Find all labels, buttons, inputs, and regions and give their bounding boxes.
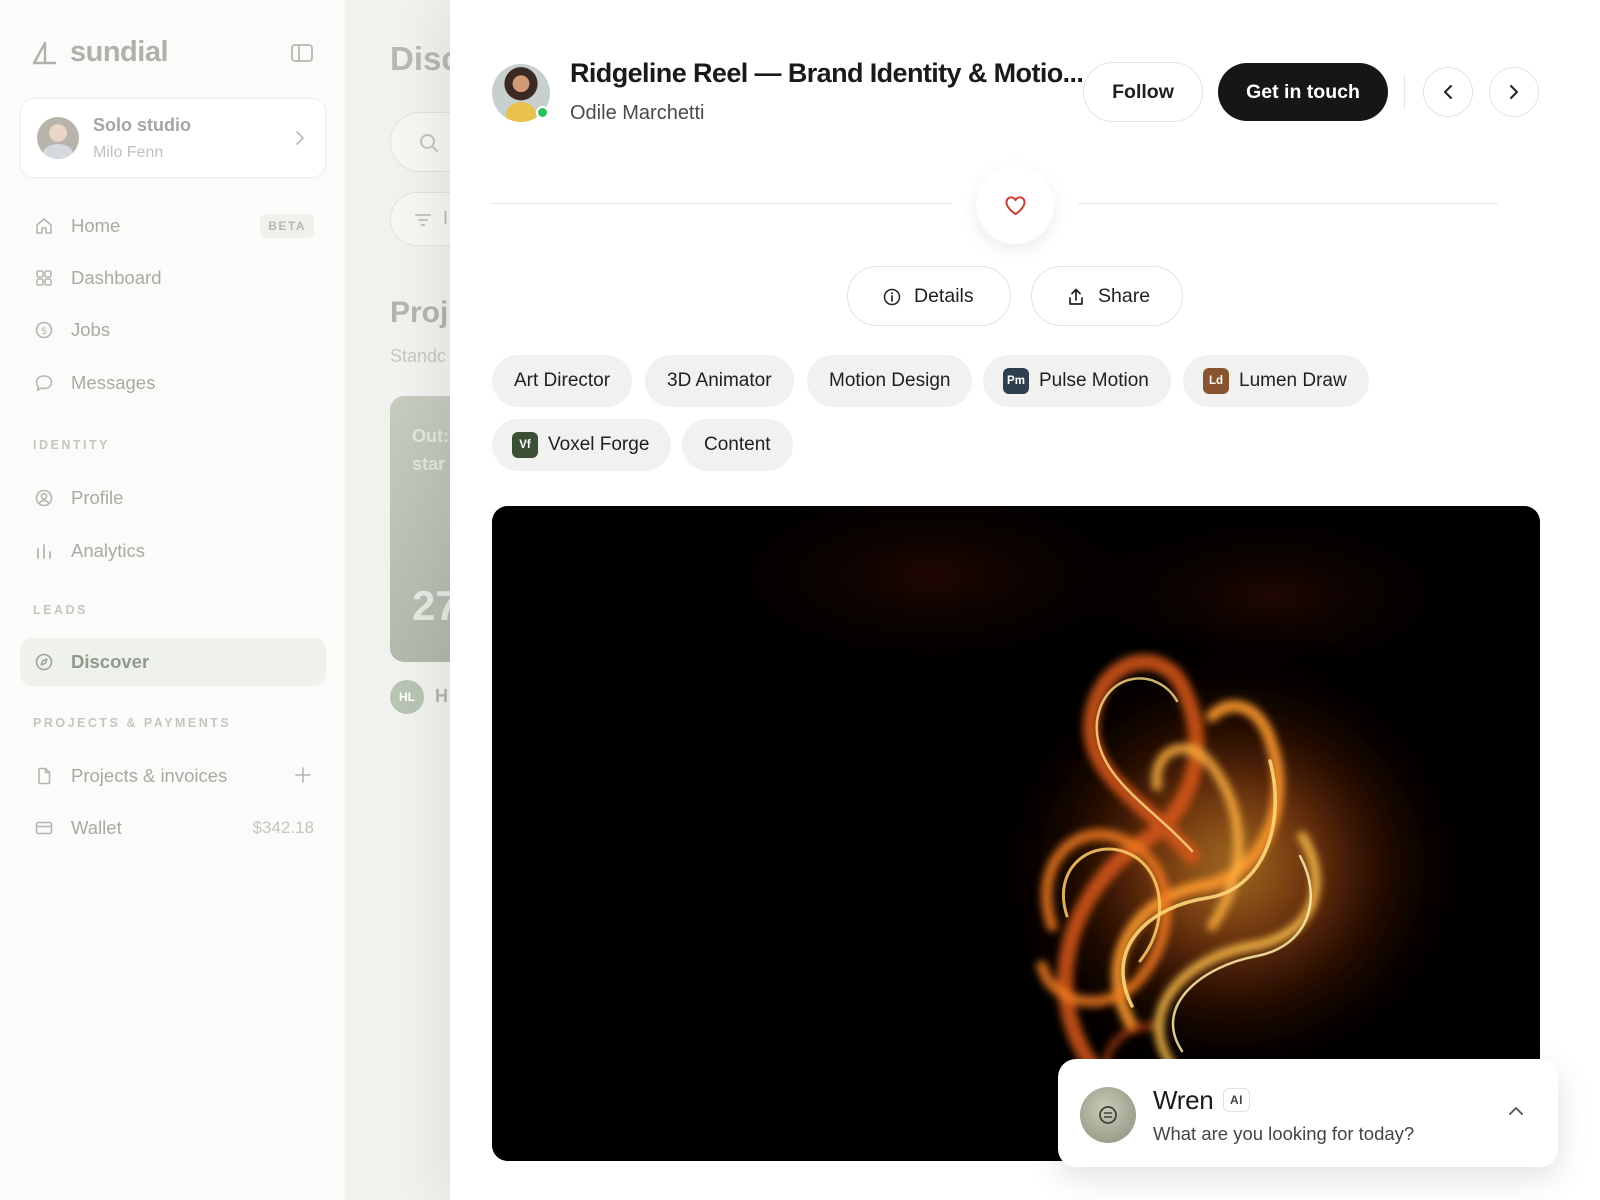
sidebar-item-label: Discover [71,651,150,672]
tag-lumen-draw[interactable]: Ld Lumen Draw [1183,355,1369,407]
home-icon [36,218,52,234]
credit-card-icon [35,821,53,835]
sidebar-item-label: Home [71,215,121,236]
filter-icon [415,214,431,226]
assistant-face-icon [1099,1106,1117,1124]
sidebar-item-wallet[interactable]: Wallet $342.18 [20,804,326,852]
sundial-logo-icon [32,41,57,64]
user-circle-icon [35,489,53,507]
share-label: Share [1098,285,1151,307]
document-icon [38,767,51,785]
creator-avatar: HL [390,680,424,714]
sidebar-item-label: Profile [71,487,124,508]
section-label-projects-payments: PROJECTS & PAYMENTS [33,716,232,730]
wallet-balance: $342.18 [252,818,314,837]
project-author[interactable]: Odile Marchetti [570,102,705,125]
bar-chart-icon [37,544,51,559]
like-button[interactable] [976,166,1054,244]
sidebar-item-messages[interactable]: Messages [20,359,326,407]
brand-name: sundial [70,36,169,68]
chevron-up-icon[interactable] [1506,1103,1526,1119]
sidebar-item-profile[interactable]: Profile [20,474,326,522]
project-detail-panel: Ridgeline Reel — Brand Identity & Motio.… [450,0,1600,1200]
lumen-draw-app-icon: Ld [1203,368,1229,394]
sidebar-item-label: Analytics [71,540,146,561]
logo[interactable]: sundial [30,36,169,69]
page-title: Disc [390,40,450,77]
details-button[interactable]: Details [847,266,1011,326]
section-title: Proj [390,296,449,329]
chevron-right-icon [296,131,304,145]
studio-switcher[interactable]: Solo studio Milo Fenn [20,98,326,178]
section-subtitle: Standc [390,346,447,366]
creator-name: H [435,686,448,706]
chat-bubble-icon [35,375,53,391]
beta-badge: BETA [260,214,314,238]
discover-page-background: Disc I Proj Standc Out: star 27 HL H [347,0,450,1200]
sidebar-item-label: Wallet [71,817,122,838]
sidebar-item-analytics[interactable]: Analytics [20,527,326,575]
sidebar-item-label: Jobs [71,319,111,340]
tag-voxel-forge[interactable]: Vf Voxel Forge [492,419,672,471]
assistant-widget[interactable]: Wren AI What are you looking for today? [1058,1059,1558,1167]
dollar-circle-icon: $ [35,321,53,339]
details-label: Details [914,285,974,307]
divider-left [492,203,952,204]
sidebar-item-label: Projects & invoices [71,765,228,786]
sidebar-item-jobs[interactable]: $ Jobs [20,306,326,354]
project-card[interactable]: Out: star 27 [390,396,450,662]
section-label-leads: LEADS [33,603,88,617]
filter-button[interactable]: I [390,192,450,246]
sidebar-item-projects-invoices[interactable]: Projects & invoices [20,752,326,800]
ai-badge: AI [1223,1088,1250,1112]
assistant-name: Wren [1153,1085,1214,1115]
header-divider [1404,74,1405,110]
sidebar-item-label: Messages [71,372,156,393]
search-input[interactable] [390,112,450,172]
pulse-motion-app-icon: Pm [1003,368,1029,394]
tag-art-director[interactable]: Art Director [492,355,633,407]
sidebar-item-discover[interactable]: Discover [20,638,326,686]
share-upload-icon [1069,288,1083,305]
dashboard-grid-icon [36,270,52,286]
tag-content[interactable]: Content [682,419,793,471]
sidebar-item-home[interactable]: Home BETA [20,202,326,250]
divider-right [1078,203,1498,204]
compass-icon [35,653,53,671]
heart-icon [1005,196,1026,216]
studio-owner-avatar [37,117,79,159]
assistant-prompt[interactable]: What are you looking for today? [1153,1123,1414,1145]
info-icon [883,288,901,306]
get-in-touch-button[interactable]: Get in touch [1218,63,1388,121]
chevron-right-icon [1510,85,1518,99]
tag-pulse-motion[interactable]: Pm Pulse Motion [983,355,1171,407]
share-button[interactable]: Share [1031,266,1183,326]
sidebar-item-label: Dashboard [71,267,162,288]
chevron-left-icon [1444,85,1452,99]
follow-button[interactable]: Follow [1083,62,1203,122]
add-project-icon[interactable] [294,766,312,784]
svg-text:$: $ [41,326,47,337]
section-label-identity: IDENTITY [33,438,110,452]
filter-label: I [443,208,449,228]
search-icon [420,134,438,152]
sidebar-item-dashboard[interactable]: Dashboard [20,254,326,302]
tag-motion-design[interactable]: Motion Design [807,355,973,407]
sidebar-toggle-icon[interactable] [290,43,314,63]
studio-owner: Milo Fenn [93,144,164,161]
online-status-indicator [536,106,549,119]
project-title: Ridgeline Reel — Brand Identity & Motio.… [570,58,1084,88]
studio-name: Solo studio [93,115,191,135]
card-text: Out: star [412,426,449,474]
card-number: 27 [412,582,450,629]
tag-3d-animator[interactable]: 3D Animator [645,355,794,407]
sidebar: sundial Solo studio Milo Fenn Home BETA … [0,0,346,1200]
assistant-avatar [1080,1087,1136,1143]
voxel-forge-app-icon: Vf [512,432,538,458]
next-project-button[interactable] [1489,67,1539,117]
previous-project-button[interactable] [1423,67,1473,117]
